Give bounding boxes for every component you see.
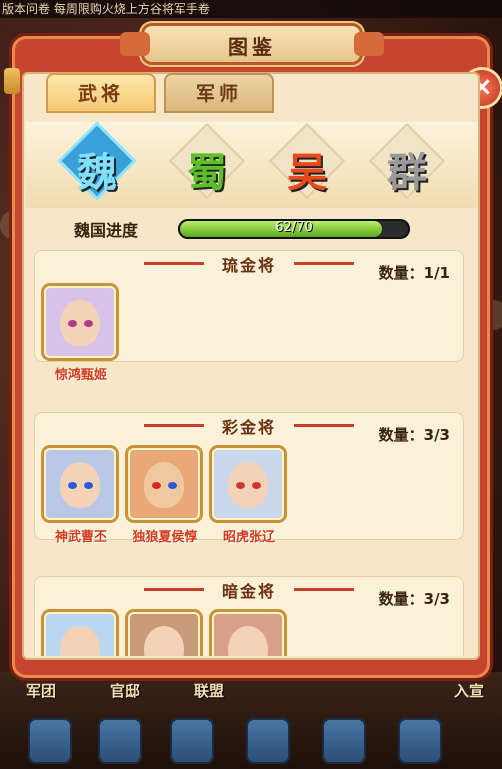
- zhangliao-portrait: [212, 448, 284, 520]
- portrait-face: [144, 626, 184, 656]
- portrait-eye: [152, 482, 161, 489]
- portrait-eye: [252, 482, 261, 489]
- faction-wei-label: 魏: [77, 150, 117, 196]
- faction-wu[interactable]: 吴: [268, 125, 346, 202]
- hero-card[interactable]: 惊鸿甄姬: [44, 286, 118, 383]
- portrait-face: [60, 462, 100, 508]
- title-divider-right: [294, 588, 354, 591]
- portrait-face: [60, 626, 100, 656]
- faction-wei[interactable]: 魏: [58, 125, 136, 202]
- codex-scroll-list[interactable]: 琉金将 数量：1/1 惊鸿甄姬 彩金将 数量：3/3 神武曹丕 独狼夏侯惇 昭虎…: [28, 246, 476, 656]
- section-title-text: 琉金将: [221, 256, 276, 275]
- count-label: 数量：: [378, 426, 424, 444]
- bottom-icon-6[interactable]: [398, 718, 442, 764]
- progress-bar: 62/70: [178, 219, 410, 239]
- bottom-menu-legion[interactable]: 军团: [26, 680, 56, 701]
- faction-shu[interactable]: 蜀: [168, 125, 246, 202]
- portrait-eye: [236, 482, 245, 489]
- section-title-liujin: 琉金将: [144, 252, 354, 275]
- hero-card[interactable]: [128, 612, 202, 656]
- portrait-eye: [84, 482, 93, 489]
- hero-name: 昭虎张辽: [222, 530, 275, 545]
- section-title-anjin: 暗金将: [144, 578, 354, 601]
- hero-portrait: [212, 612, 284, 656]
- hero-portrait: [44, 612, 116, 656]
- count-label: 数量：: [378, 264, 424, 282]
- title-divider-right: [294, 424, 354, 427]
- progress-label: 魏国进度: [74, 221, 139, 240]
- section-title-text: 彩金将: [221, 418, 276, 437]
- title-divider-left: [144, 262, 204, 265]
- portrait-face: [228, 462, 268, 508]
- portrait-face: [144, 462, 184, 508]
- progress-text: 62/70: [275, 220, 313, 235]
- faction-qun-label: 群: [387, 150, 427, 196]
- portrait-face: [228, 626, 268, 656]
- tab-strategists[interactable]: 军师: [164, 73, 274, 113]
- count-value: 3/3: [423, 426, 450, 444]
- section-title-text: 暗金将: [221, 582, 276, 601]
- section-card-caijin: 彩金将 数量：3/3 神武曹丕 独狼夏侯惇 昭虎张辽: [34, 412, 464, 545]
- hero-name: 独狼夏侯惇: [132, 530, 198, 545]
- bottom-icon-4[interactable]: [246, 718, 290, 764]
- hero-card[interactable]: [44, 612, 118, 656]
- title-divider-right: [294, 262, 354, 265]
- hero-card[interactable]: 独狼夏侯惇: [128, 448, 202, 545]
- portrait-eye: [68, 482, 77, 489]
- caopi-portrait: [44, 448, 116, 520]
- section-card-anjin: 暗金将 数量：3/3: [34, 576, 464, 656]
- section-count: 数量：1/1: [379, 262, 450, 283]
- bottom-icon-1[interactable]: [28, 718, 72, 764]
- faction-wu-label: 吴: [287, 150, 327, 196]
- count-label: 数量：: [378, 590, 424, 608]
- section-count: 数量：3/3: [379, 424, 450, 445]
- faction-shu-label: 蜀: [187, 150, 227, 196]
- bottom-icon-2[interactable]: [98, 718, 142, 764]
- portrait-eye: [68, 320, 77, 327]
- lantern-icon: [4, 68, 20, 94]
- portrait-face: [60, 300, 100, 346]
- faction-qun[interactable]: 群: [368, 125, 446, 202]
- panel-title: 图鉴: [228, 35, 276, 59]
- zhenji-portrait: [44, 286, 116, 358]
- hero-card[interactable]: 神武曹丕: [44, 448, 118, 545]
- panel-title-plaque: 图鉴: [120, 26, 384, 62]
- bottom-menu-extra[interactable]: 入宣: [454, 680, 484, 701]
- hero-name: 惊鸿甄姬: [54, 368, 107, 383]
- count-value: 1/1: [423, 264, 450, 282]
- news-ticker: 版本问卷 每周限购火烧上方谷将军手卷: [0, 0, 502, 18]
- hero-portrait: [128, 612, 200, 656]
- portrait-eye: [168, 482, 177, 489]
- section-count: 数量：3/3: [379, 588, 450, 609]
- xiahoudun-portrait: [128, 448, 200, 520]
- hero-card[interactable]: 昭虎张辽: [212, 448, 286, 545]
- tab-generals[interactable]: 武将: [46, 73, 156, 113]
- hero-card[interactable]: [212, 612, 286, 656]
- title-divider-left: [144, 424, 204, 427]
- bottom-menu-alliance[interactable]: 联盟: [194, 680, 224, 701]
- bottom-icon-3[interactable]: [170, 718, 214, 764]
- hero-name: 神武曹丕: [54, 530, 107, 545]
- section-title-caijin: 彩金将: [144, 414, 354, 437]
- count-value: 3/3: [423, 590, 450, 608]
- bottom-menu-mansion[interactable]: 官邸: [110, 680, 140, 701]
- portrait-eye: [84, 320, 93, 327]
- title-divider-left: [144, 588, 204, 591]
- bottom-icon-5[interactable]: [322, 718, 366, 764]
- section-card-liujin: 琉金将 数量：1/1 惊鸿甄姬: [34, 250, 464, 383]
